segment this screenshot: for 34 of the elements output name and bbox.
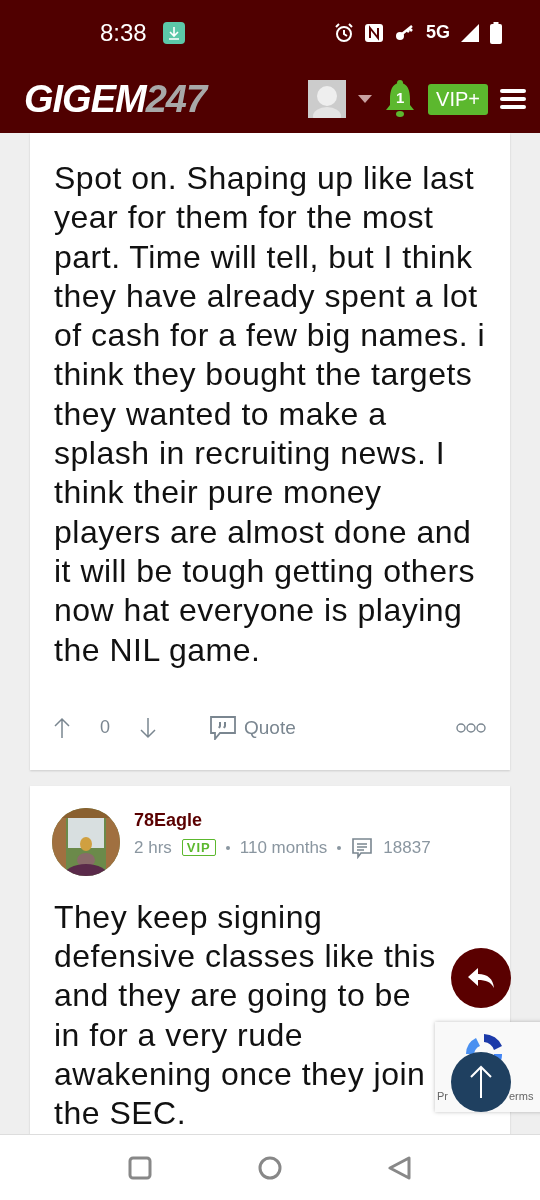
menu-icon[interactable] [500, 88, 526, 110]
nfc-icon [364, 22, 384, 43]
arrow-up-icon [470, 1065, 492, 1099]
avatar-icon[interactable] [308, 80, 347, 118]
alarm-icon [334, 22, 354, 43]
network-type: 5G [426, 22, 450, 43]
downvote-icon[interactable] [140, 716, 156, 739]
recent-apps-icon[interactable] [128, 1155, 152, 1180]
post-time: 2 hrs [134, 837, 172, 858]
upvote-icon[interactable] [54, 716, 70, 739]
recaptcha-link[interactable]: Pr [437, 1090, 448, 1102]
post-text: Spot on. Shaping up like last year for them for the most part. Time will tell, but I think they have already spent a lot of cash for a few big names. i think they bought the targets they wanted to make a splash in recruiting news. I think their pure money players are almost done and it will be tough getting others now hat everyone is playing the NIL game. [54, 159, 486, 670]
vip-badge: VIP [181, 839, 216, 857]
recaptcha-link[interactable]: erms [509, 1090, 534, 1102]
download-icon [162, 21, 185, 44]
signal-icon [460, 22, 480, 43]
vote-count: 0 [100, 717, 110, 739]
back-icon[interactable] [388, 1155, 412, 1180]
quote-icon [210, 715, 236, 740]
home-icon[interactable] [258, 1155, 282, 1180]
post-text: They keep signing defensive classes like this and they are going to be in for a very rude awakening once they join the SEC. [54, 897, 437, 1134]
more-options-icon[interactable] [456, 722, 486, 733]
bullet-icon [225, 845, 230, 850]
quote-button[interactable]: Quote [210, 715, 296, 740]
member-tenure: 110 months [239, 837, 328, 858]
site-logo[interactable]: GIGEM247 [24, 77, 207, 121]
clock-time: 8:38 [100, 18, 147, 47]
bullet-icon [337, 845, 342, 850]
reply-icon [466, 966, 496, 990]
comment-icon [351, 836, 374, 859]
battery-icon [490, 21, 502, 44]
author-name[interactable]: 78Eagle [134, 809, 431, 831]
caret-icon[interactable] [358, 95, 373, 103]
post-count: 18837 [383, 837, 431, 858]
